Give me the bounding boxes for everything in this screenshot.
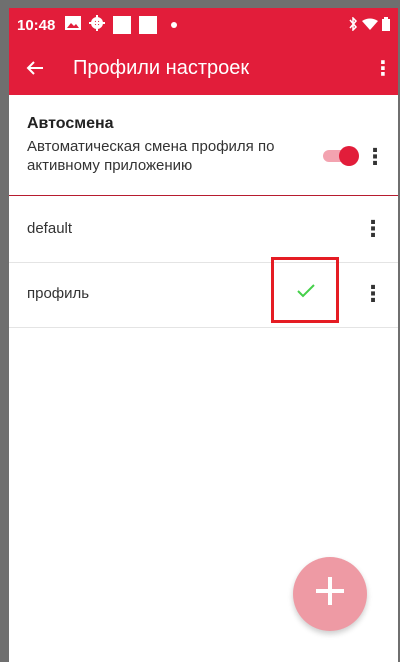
app-bar-menu-button[interactable]: ⋮ [368,56,398,81]
image-icon [65,16,82,34]
auto-switch-title: Автосмена [27,115,114,132]
more-vert-icon: ⋮ [362,216,384,241]
add-profile-button[interactable] [293,557,367,631]
more-vert-icon: ⋮ [362,281,384,306]
page-title: Профили настроек [73,57,250,79]
wifi-icon [362,17,378,33]
profile-row-profile[interactable]: профиль ⋮ [9,261,398,328]
more-vert-icon: ⋮ [373,58,393,80]
content: Автосмена Автоматическая смена профиля п… [9,95,398,662]
bluetooth-icon [348,15,358,34]
app-square-icon [139,16,158,34]
profile-name: профиль [27,285,90,302]
arrow-left-icon [26,56,44,81]
profile-menu-button[interactable]: ⋮ [362,281,384,306]
battery-icon [382,16,390,34]
back-button[interactable] [9,56,61,82]
profile-row-default[interactable]: default ⋮ [9,196,398,263]
auto-switch-toggle[interactable] [323,146,359,166]
plus-icon [313,569,347,619]
app-square-icon [113,16,132,34]
more-vert-icon: ⋮ [364,144,386,169]
auto-switch-setting[interactable]: Автосмена Автоматическая смена профиля п… [9,95,398,196]
status-time: 10:48 [17,16,56,34]
check-icon [297,281,315,304]
profile-menu-button[interactable]: ⋮ [362,216,384,241]
gear-icon [89,15,106,35]
toggle-thumb [339,146,359,166]
dot-icon [171,22,178,28]
profile-name: default [27,220,73,237]
status-bar: 10:48 [9,8,398,42]
auto-switch-description: Автоматическая смена профиля по активном… [27,138,275,174]
app-bar: Профили настроек ⋮ [9,42,398,95]
auto-switch-menu-button[interactable]: ⋮ [364,144,386,169]
